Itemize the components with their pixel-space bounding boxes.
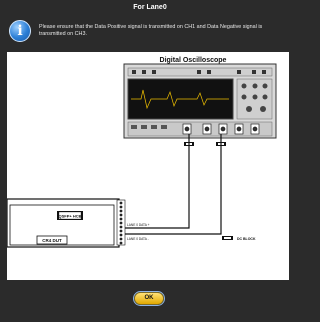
sma-connector-array	[116, 199, 126, 246]
info-icon: i	[9, 20, 31, 42]
cable-label-data-positive: LANE 0 DATA +	[127, 223, 150, 227]
legend-dc-block: DC BLOCK	[222, 236, 256, 241]
dialog-message: Please ensure that the Data Positive sig…	[39, 24, 263, 37]
connection-diagram: Digital Oscilloscope LANE 0 DATA + LANE …	[7, 52, 289, 280]
legend-label: DC BLOCK	[237, 237, 256, 241]
dut-board: QSFP+ HCB CR4 DUT	[7, 198, 126, 248]
ok-button[interactable]: OK	[134, 292, 164, 305]
cables	[125, 134, 222, 235]
dialog-title: For Lane0	[133, 4, 167, 11]
oscilloscope-label: Digital Oscilloscope	[160, 57, 227, 64]
oscilloscope: Digital Oscilloscope	[123, 57, 277, 139]
cable-label-data-negative: LANE 0 DATA -	[127, 237, 149, 241]
dut-label: CR4 DUT	[42, 238, 62, 243]
dialog-window: For Lane0 i Please ensure that the Data …	[0, 0, 300, 322]
fixture-label: QSFP+ HCB	[58, 214, 81, 219]
